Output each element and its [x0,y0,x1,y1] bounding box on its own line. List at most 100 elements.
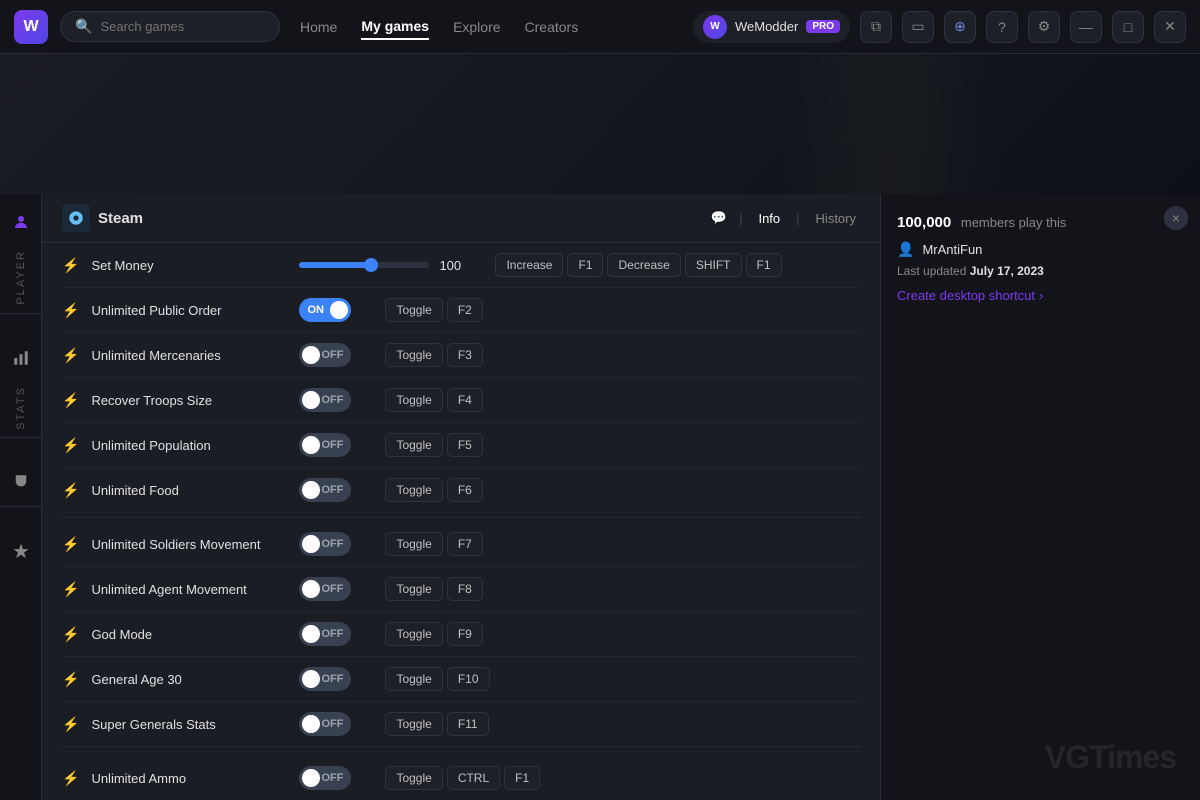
toggle-key-btn[interactable]: Toggle [385,532,442,556]
toggle-unlimited-food[interactable]: OFF [299,478,369,502]
nav-explore[interactable]: Explore [453,15,500,39]
search-input[interactable] [100,19,260,34]
tab-history[interactable]: History [812,211,860,226]
toggle-agent-movement[interactable]: OFF [299,577,369,601]
slider-fill [299,262,371,268]
sidebar-icon-trophy[interactable] [5,466,37,498]
toggle-pill[interactable]: OFF [299,577,351,601]
mod-row-unlimited-soldiers-movement: ⚡ Unlimited Soldiers Movement OFF Toggle… [62,522,860,567]
toggle-unlimited-ammo[interactable]: OFF [299,766,369,790]
toggle-pill[interactable]: OFF [299,478,351,502]
app-logo[interactable]: W [14,10,48,44]
hero-bg [0,54,1200,194]
nav-my-games[interactable]: My games [361,14,429,40]
user-badge[interactable]: W WeModder PRO [693,11,850,43]
toggle-label: OFF [321,349,343,361]
toggle-recover-troops[interactable]: OFF [299,388,369,412]
search-box[interactable]: 🔍 [60,11,280,42]
mod-row-unlimited-public-order: ⚡ Unlimited Public Order ON Toggle F2 [62,288,860,333]
sidebar-icon-player[interactable] [5,206,37,238]
key-label: F1 [504,766,540,790]
maximize-icon[interactable]: □ [1112,11,1144,43]
toggle-key-btn[interactable]: Toggle [385,667,442,691]
toggle-key-btn[interactable]: Toggle [385,478,442,502]
search-icon: 🔍 [75,18,92,35]
topbar: W 🔍 Home My games Explore Creators W WeM… [0,0,1200,54]
toggle-knob [330,301,348,319]
mod-row-unlimited-agent-movement: ⚡ Unlimited Agent Movement OFF Toggle F8 [62,567,860,612]
mod-name: Super Generals Stats [91,717,291,732]
author-name: MrAntiFun [922,242,982,257]
key-btns: Toggle F6 [385,478,482,502]
discord-icon[interactable]: ⊕ [944,11,976,43]
minimize-icon[interactable]: — [1070,11,1102,43]
toggle-key-btn[interactable]: Toggle [385,388,442,412]
key-label: F6 [447,478,483,502]
mod-row-unlimited-food: ⚡ Unlimited Food OFF Toggle F6 [62,468,860,513]
main-layout: Player Stats [0,194,1200,800]
toggle-pill[interactable]: OFF [299,532,351,556]
toggle-key-btn[interactable]: Toggle [385,343,442,367]
toggle-unlimited-population[interactable]: OFF [299,433,369,457]
toggle-super-generals-stats[interactable]: OFF [299,712,369,736]
toggle-soldiers-movement[interactable]: OFF [299,532,369,556]
toggle-pill[interactable]: OFF [299,622,351,646]
sidebar-icon-extra[interactable] [5,535,37,567]
close-info-panel-button[interactable]: × [1164,206,1188,230]
section-divider [62,517,860,518]
mod-row-god-mode: ⚡ God Mode OFF Toggle F9 [62,612,860,657]
slider-track[interactable] [299,262,429,268]
slider-thumb[interactable] [364,258,378,272]
comment-icon[interactable]: 💬 [711,210,727,226]
toggle-key-btn[interactable]: Toggle [385,433,442,457]
toggle-pill[interactable]: OFF [299,667,351,691]
window-icon[interactable]: ▭ [902,11,934,43]
toggle-key-btn[interactable]: Toggle [385,577,442,601]
toggle-unlimited-public-order[interactable]: ON [299,298,369,322]
increase-button[interactable]: Increase [495,253,563,277]
mod-name: Unlimited Population [91,438,291,453]
nav-home[interactable]: Home [300,15,337,39]
decrease-button[interactable]: Decrease [607,253,680,277]
mod-bolt-icon: ⚡ [62,392,79,409]
toggle-pill[interactable]: OFF [299,766,351,790]
toggle-pill[interactable]: ON [299,298,351,322]
mod-bolt-icon: ⚡ [62,257,79,274]
decrease-key1: SHIFT [685,253,742,277]
toggle-knob [302,346,320,364]
mod-bolt-icon: ⚡ [62,581,79,598]
toggle-knob [302,391,320,409]
sidebar-icon-stats[interactable] [5,342,37,374]
slider-container[interactable]: 100 [299,258,479,273]
tab-info[interactable]: Info [754,211,784,226]
toggle-key-btn[interactable]: Toggle [385,622,442,646]
help-icon[interactable]: ? [986,11,1018,43]
toggle-general-age[interactable]: OFF [299,667,369,691]
toggle-god-mode[interactable]: OFF [299,622,369,646]
key-label: F11 [447,712,489,736]
toggle-pill[interactable]: OFF [299,388,351,412]
sidebar-group-trophy [0,466,41,507]
toggle-pill[interactable]: OFF [299,343,351,367]
copy-icon[interactable]: ⧉ [860,11,892,43]
toggle-knob [302,481,320,499]
close-window-icon[interactable]: ✕ [1154,11,1186,43]
toggle-pill[interactable]: OFF [299,712,351,736]
key-btns: Toggle F8 [385,577,482,601]
hero-section: My games › Total War: Rome II - Emperor … [0,54,1200,194]
key-label: F10 [447,667,490,691]
create-shortcut-link[interactable]: Create desktop shortcut › [897,288,1184,303]
info-panel: × 100,000 members play this 👤 MrAntiFun … [880,194,1200,800]
toggle-key-btn[interactable]: Toggle [385,712,442,736]
nav-creators[interactable]: Creators [525,15,579,39]
key-label: F4 [447,388,483,412]
settings-icon[interactable]: ⚙ [1028,11,1060,43]
toggle-knob [302,670,320,688]
toggle-pill[interactable]: OFF [299,433,351,457]
toggle-knob [302,715,320,733]
toggle-key-btn[interactable]: Toggle [385,298,442,322]
toggle-key-btn[interactable]: Toggle [385,766,442,790]
toggle-unlimited-mercenaries[interactable]: OFF [299,343,369,367]
key-btns: Toggle CTRL F1 [385,766,540,790]
decrease-key2: F1 [746,253,782,277]
